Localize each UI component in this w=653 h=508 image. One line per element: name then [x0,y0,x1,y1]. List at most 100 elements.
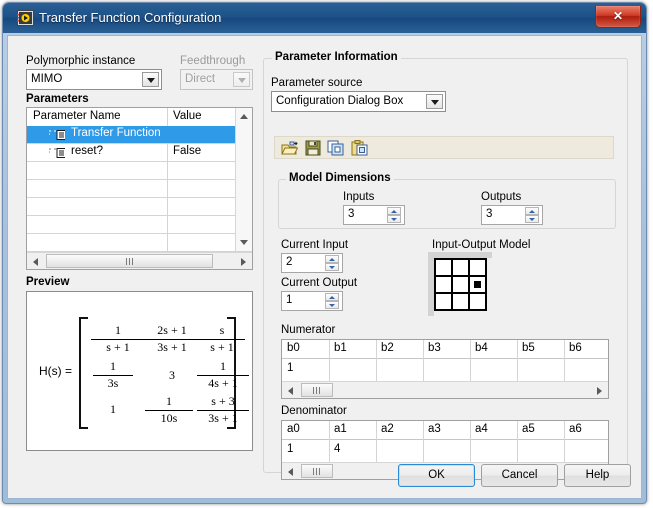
ok-button[interactable]: OK [398,464,475,487]
spin-down-icon[interactable] [325,301,339,309]
scroll-left-icon[interactable] [27,253,44,268]
fraction-denominator: 4s + 1 [208,375,238,390]
current-output-stepper[interactable]: 1 [281,291,343,311]
parameter-information-title: Parameter Information [272,51,401,63]
chevron-down-icon[interactable] [142,72,159,87]
scroll-grip-icon [125,258,134,265]
fraction-numerator: 1 [110,359,116,373]
labview-vi-icon [17,10,34,26]
save-floppy-icon[interactable] [305,140,321,156]
current-input-stepper[interactable]: 2 [281,253,343,273]
io-cell-1-1[interactable] [453,277,468,292]
denominator-col-a4: a4 [475,423,488,435]
matrix-cell-0-0: 1 s + 1 [91,323,145,355]
numerator-cell-b0[interactable]: 1 [287,362,293,374]
parameters-table[interactable]: Parameter Name Value Transfer Function r… [26,107,253,270]
outputs-stepper[interactable]: 3 [481,205,543,225]
spin-down-icon[interactable] [325,263,339,271]
current-input-label: Current Input [281,239,349,251]
spin-up-icon[interactable] [325,255,339,263]
copy-icon[interactable] [327,140,345,156]
current-output-value: 1 [286,294,293,306]
matrix-cell-2-2: s + 3 3s + 1 [197,394,249,426]
matrix-cell-2-0: 1 [110,402,116,416]
io-cell-2-1[interactable] [453,294,468,309]
feedthrough-label: Feedthrough [180,55,246,67]
paste-icon[interactable] [351,140,368,156]
parameter-source-combo[interactable]: Configuration Dialog Box [271,91,446,112]
io-cell-2-0[interactable] [436,294,451,309]
cancel-button[interactable]: Cancel [481,464,558,487]
table-row[interactable]: Transfer Function [27,126,237,143]
preview-label: Preview [26,276,70,288]
preview-panel: H(s) = 1 s + 1 2s + 1 3s + 1 s s + 1 1 3… [26,291,253,451]
spin-down-icon[interactable] [387,215,401,223]
help-button[interactable]: Help [564,464,631,487]
spin-up-icon[interactable] [325,293,339,301]
numerator-label: Numerator [281,324,336,336]
current-output-label: Current Output [281,277,358,289]
scroll-thumb[interactable] [46,254,213,268]
column-header-parameter-name: Parameter Name [33,110,121,122]
inputs-value: 3 [348,208,355,220]
scroll-right-icon[interactable] [235,253,252,268]
io-cell-0-0[interactable] [436,260,451,275]
scroll-left-icon[interactable] [282,463,299,478]
scroll-up-icon[interactable] [236,108,252,124]
io-cell-2-2[interactable] [470,294,485,309]
denominator-col-divider [376,421,377,462]
numerator-col-divider [564,340,565,381]
table-cell-value: False [173,145,202,157]
close-button[interactable]: ✕ [595,6,641,28]
current-input-spinner-arrows[interactable] [325,255,339,272]
outputs-spinner-arrows[interactable] [525,207,539,224]
parameters-horizontal-scrollbar[interactable] [27,252,252,269]
polymorphic-instance-value: MIMO [31,73,63,85]
scroll-thumb[interactable] [301,383,333,397]
chevron-down-icon[interactable] [426,94,443,109]
numerator-col-b6: b6 [569,342,582,354]
fraction-numerator: 2s + 1 [157,323,187,337]
polymorphic-instance-combo[interactable]: MIMO [26,69,162,90]
input-output-model-grid[interactable] [434,258,487,311]
scroll-thumb[interactable] [301,464,333,478]
fraction-denominator: s + 1 [106,339,130,354]
denominator-col-a5: a5 [522,423,535,435]
denominator-col-divider [329,421,330,462]
table-row[interactable]: reset? False [27,144,237,161]
io-cell-0-1[interactable] [453,260,468,275]
matrix-cell-0-2: s s + 1 [199,323,245,355]
io-cell-1-0[interactable] [436,277,451,292]
denominator-col-a2: a2 [381,423,394,435]
scroll-right-icon[interactable] [591,382,608,397]
parameter-source-value: Configuration Dialog Box [276,95,404,107]
fraction-denominator: s + 1 [210,339,234,354]
denominator-header-row: a0 a1 a2 a3 a4 a5 a6 [282,421,608,440]
io-cell-1-2[interactable] [470,277,485,292]
io-cell-0-2[interactable] [470,260,485,275]
table-cell-name: reset? [71,145,103,157]
title-bar[interactable]: Transfer Function Configuration ✕ [3,3,646,33]
outputs-label: Outputs [481,191,522,203]
numerator-horizontal-scrollbar[interactable] [282,381,608,398]
scroll-left-icon[interactable] [282,382,299,397]
inputs-stepper[interactable]: 3 [343,205,405,225]
denominator-cell-a1[interactable]: 4 [334,443,340,455]
denominator-cell-a0[interactable]: 1 [287,443,293,455]
inputs-spinner-arrows[interactable] [387,207,401,224]
spin-up-icon[interactable] [387,207,401,215]
current-input-value: 2 [286,256,293,268]
scroll-grip-icon [313,468,321,475]
numerator-table[interactable]: b0 b1 b2 b3 b4 b5 b6 1 [281,339,609,399]
fraction-numerator: s [219,323,225,337]
current-output-spinner-arrows[interactable] [325,293,339,310]
spin-down-icon[interactable] [525,215,539,223]
parameters-vertical-scrollbar[interactable] [235,108,252,251]
spin-up-icon[interactable] [525,207,539,215]
matrix-cell-1-0: 1 3s [93,359,133,391]
scroll-down-icon[interactable] [236,235,252,251]
parameters-table-header: Parameter Name Value [27,108,252,127]
open-folder-icon[interactable] [281,140,298,156]
numerator-col-b2: b2 [381,342,394,354]
chevron-down-icon [233,72,250,87]
